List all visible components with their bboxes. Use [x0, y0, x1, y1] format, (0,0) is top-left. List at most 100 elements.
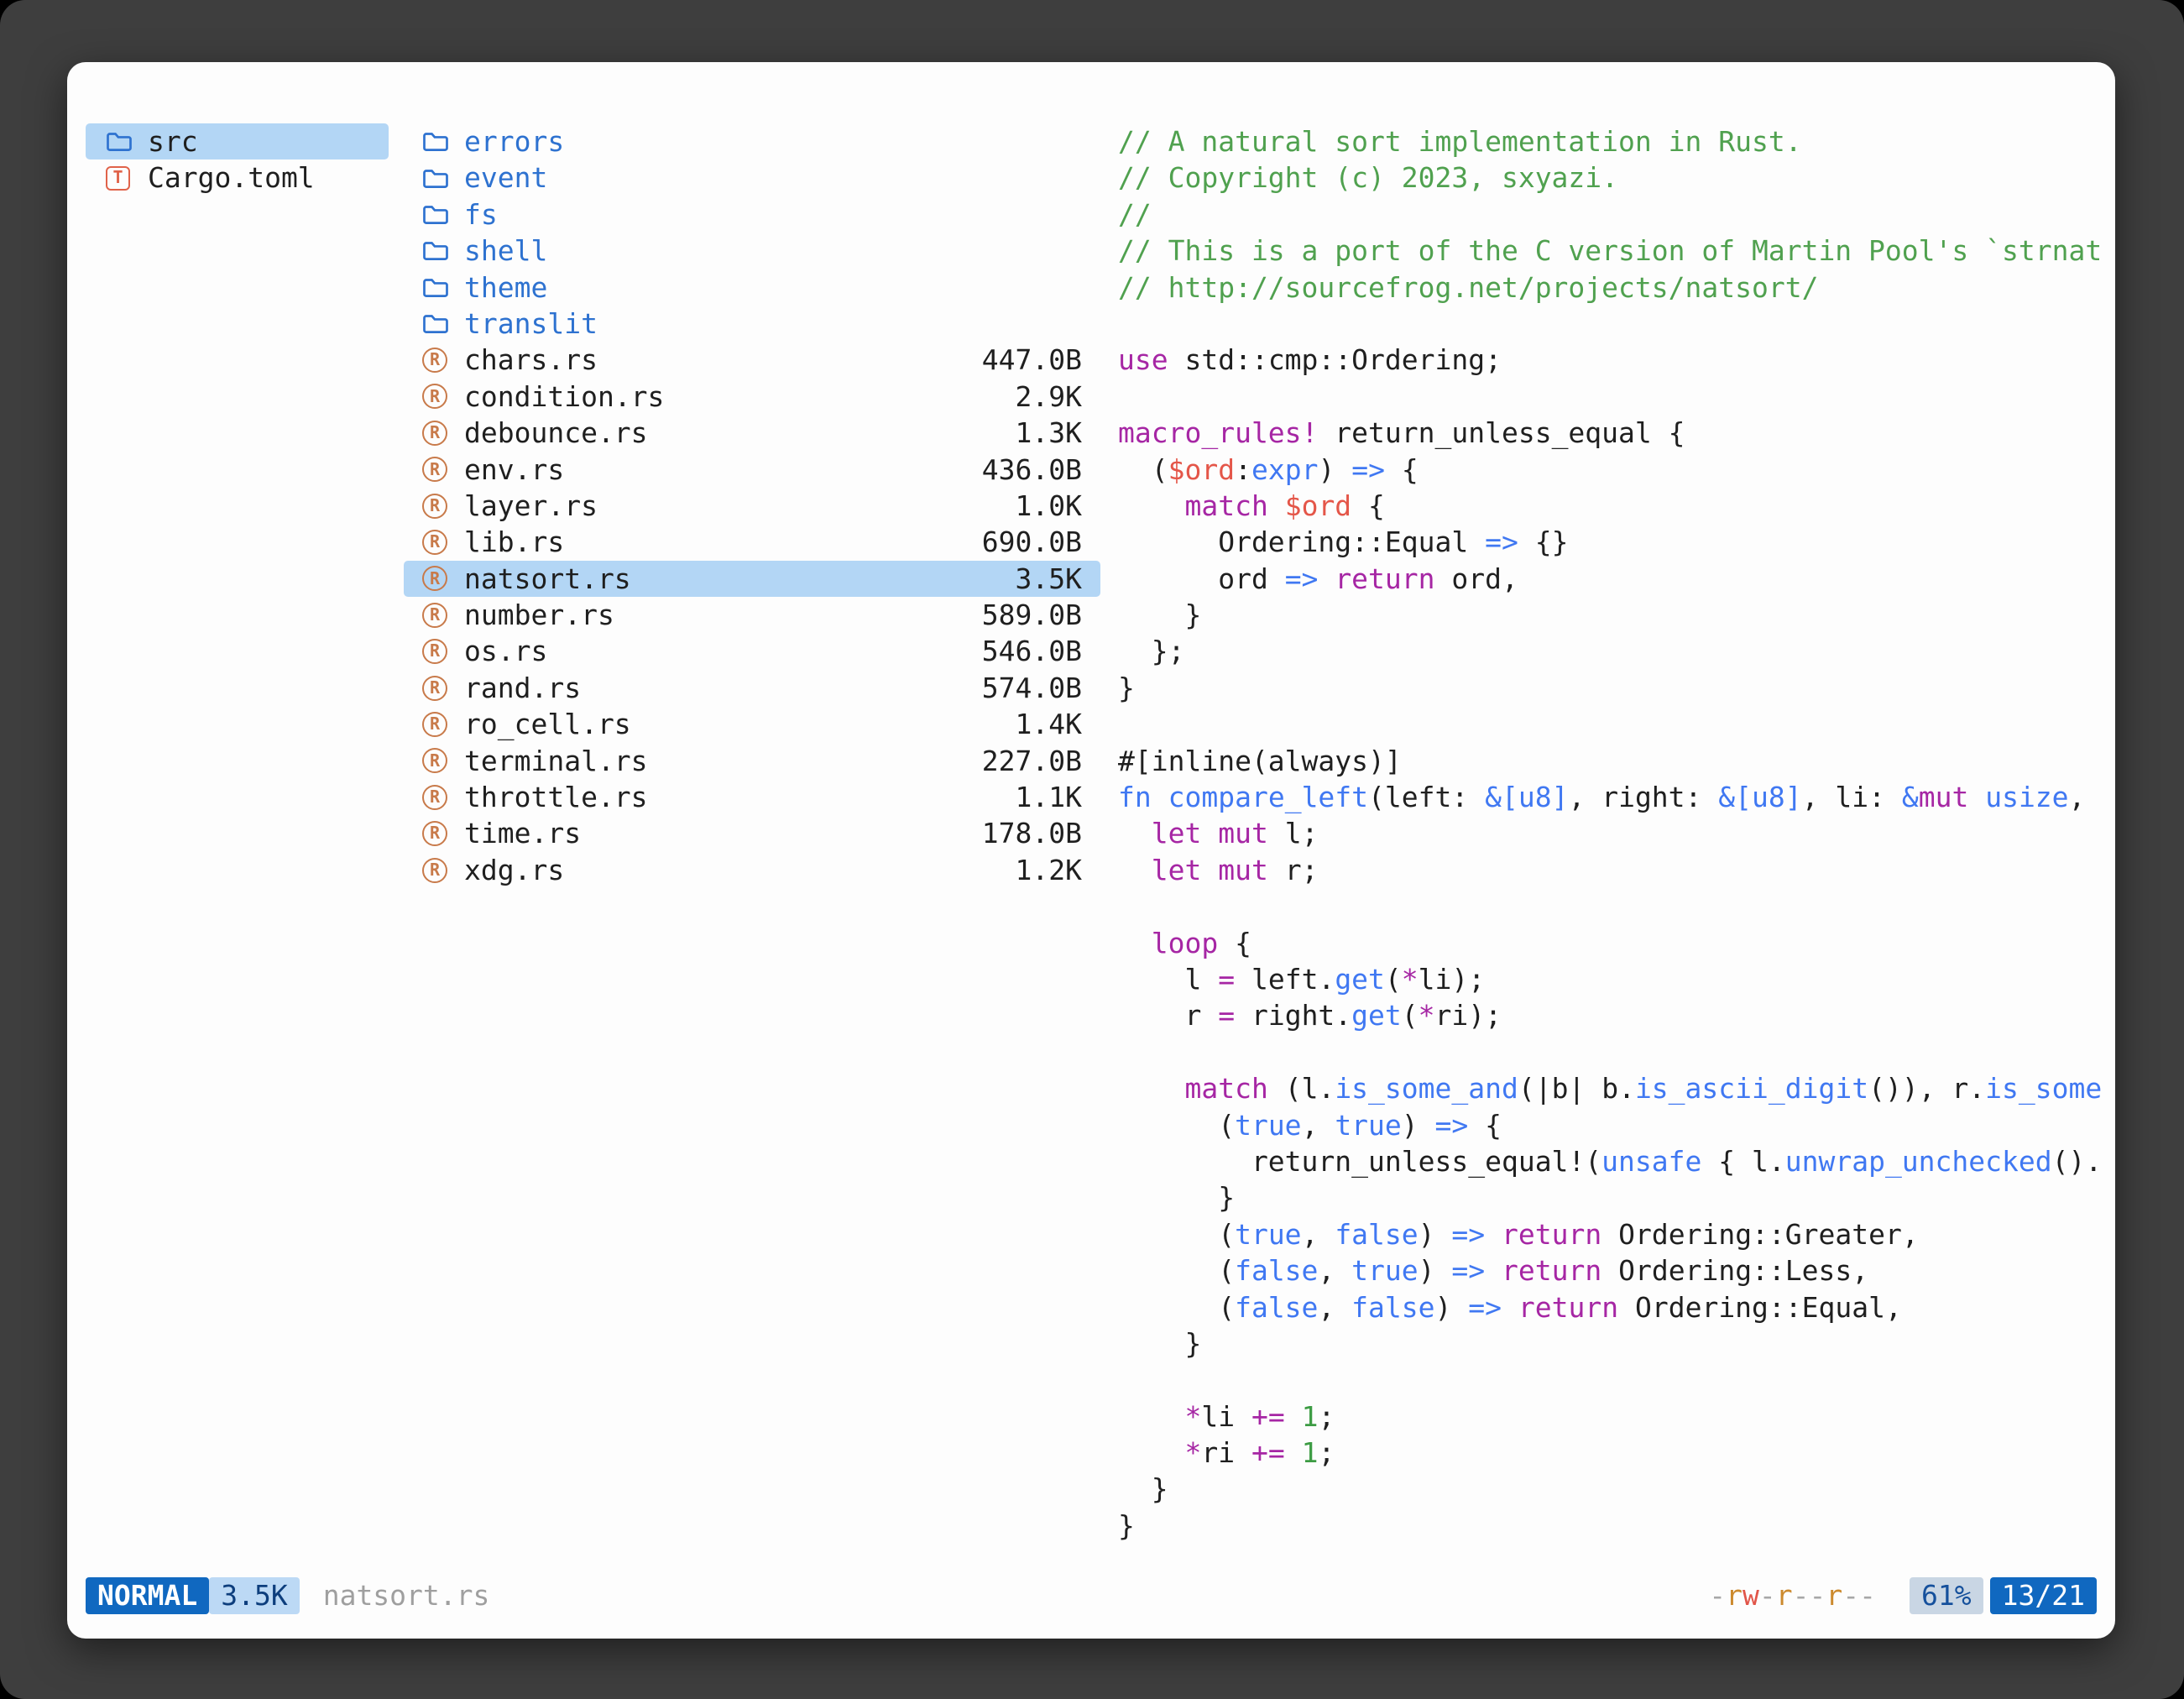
- rust-file-icon: R: [422, 494, 456, 519]
- status-right-cluster: -rw-r--r-- 61% 13/21: [1709, 1576, 2097, 1615]
- file-name: os.rs: [464, 633, 547, 669]
- code-line: (true, false) => return Ordering::Greate…: [1118, 1216, 2113, 1252]
- current-directory-pane: errorseventfsshellthemetranslitRchars.rs…: [404, 123, 1100, 888]
- file-row[interactable]: Renv.rs436.0B: [404, 452, 1100, 488]
- file-row[interactable]: TCargo.toml: [86, 159, 389, 196]
- code-line: };: [1118, 633, 2113, 669]
- code-line: }: [1118, 1508, 2113, 1544]
- rust-file-icon: R: [422, 676, 456, 701]
- file-row[interactable]: Rdebounce.rs1.3K: [404, 415, 1100, 451]
- file-row[interactable]: Rlib.rs690.0B: [404, 524, 1100, 560]
- rust-file-icon: R: [422, 457, 456, 482]
- rust-file-icon: R: [422, 421, 456, 446]
- file-name: number.rs: [464, 597, 614, 633]
- file-size: 436.0B: [982, 452, 1082, 488]
- code-line: }: [1118, 1179, 2113, 1215]
- rust-file-icon: R: [422, 566, 456, 591]
- file-name: theme: [464, 269, 547, 306]
- file-size: 1.0K: [1016, 488, 1082, 524]
- file-name: natsort.rs: [464, 561, 631, 597]
- code-line: *ri += 1;: [1118, 1435, 2113, 1471]
- rust-file-icon: R: [422, 384, 456, 409]
- file-size: 546.0B: [982, 633, 1082, 669]
- file-name: lib.rs: [464, 524, 564, 560]
- file-row[interactable]: event: [404, 159, 1100, 196]
- folder-icon: [106, 130, 139, 153]
- rust-file-icon: R: [422, 785, 456, 810]
- file-row[interactable]: Ros.rs546.0B: [404, 633, 1100, 669]
- file-row[interactable]: fs: [404, 196, 1100, 233]
- file-row[interactable]: Rterminal.rs227.0B: [404, 743, 1100, 779]
- code-line: r = right.get(*ri);: [1118, 997, 2113, 1033]
- rust-file-icon: R: [422, 858, 456, 883]
- file-name: fs: [464, 196, 498, 233]
- file-row[interactable]: Rthrottle.rs1.1K: [404, 779, 1100, 815]
- file-row[interactable]: Rrand.rs574.0B: [404, 670, 1100, 706]
- code-line: (true, true) => {: [1118, 1107, 2113, 1143]
- file-name: shell: [464, 233, 547, 269]
- file-row[interactable]: Rcondition.rs2.9K: [404, 379, 1100, 415]
- permissions-text: -rw-r--r--: [1709, 1576, 1876, 1615]
- file-size: 1.2K: [1016, 852, 1082, 888]
- file-row[interactable]: shell: [404, 233, 1100, 269]
- toml-file-icon: T: [106, 166, 139, 191]
- folder-icon: [422, 130, 456, 153]
- file-row[interactable]: translit: [404, 306, 1100, 342]
- file-row[interactable]: src: [86, 123, 389, 159]
- file-row[interactable]: theme: [404, 269, 1100, 306]
- folder-icon: [422, 276, 456, 299]
- yazi-file-manager-window: srcTCargo.toml errorseventfsshellthemetr…: [67, 62, 2115, 1639]
- cursor-position-badge: 13/21: [1990, 1577, 2097, 1614]
- folder-icon: [422, 239, 456, 262]
- folder-icon: [422, 203, 456, 226]
- code-line: let mut r;: [1118, 852, 2113, 888]
- file-name: layer.rs: [464, 488, 598, 524]
- status-filename: natsort.rs: [323, 1576, 490, 1615]
- file-size: 3.5K: [1016, 561, 1082, 597]
- file-name: event: [464, 159, 547, 196]
- file-row[interactable]: Rtime.rs178.0B: [404, 815, 1100, 851]
- file-row[interactable]: errors: [404, 123, 1100, 159]
- code-line: (false, true) => return Ordering::Less,: [1118, 1252, 2113, 1289]
- file-name: terminal.rs: [464, 743, 648, 779]
- file-size: 1.4K: [1016, 706, 1082, 742]
- code-line: macro_rules! return_unless_equal {: [1118, 415, 2113, 451]
- file-row[interactable]: Rlayer.rs 1.0K: [404, 488, 1100, 524]
- file-row[interactable]: Rchars.rs447.0B: [404, 342, 1100, 378]
- code-line: [1118, 1034, 2113, 1070]
- rust-file-icon: R: [422, 712, 456, 737]
- code-line: ($ord:expr) => {: [1118, 452, 2113, 488]
- code-line: let mut l;: [1118, 815, 2113, 851]
- code-line: }: [1118, 1325, 2113, 1362]
- file-name: condition.rs: [464, 379, 664, 415]
- file-name: errors: [464, 123, 564, 159]
- file-name: time.rs: [464, 815, 581, 851]
- file-row[interactable]: Rxdg.rs1.2K: [404, 852, 1100, 888]
- file-row[interactable]: Rnatsort.rs 3.5K: [404, 561, 1100, 597]
- code-line: Ordering::Equal => {}: [1118, 524, 2113, 560]
- file-size: 447.0B: [982, 342, 1082, 378]
- file-size: 1.3K: [1016, 415, 1082, 451]
- code-line: }: [1118, 1471, 2113, 1507]
- file-name: translit: [464, 306, 598, 342]
- file-row[interactable]: Rro_cell.rs1.4K: [404, 706, 1100, 742]
- file-name: throttle.rs: [464, 779, 648, 815]
- code-line: // A natural sort implementation in Rust…: [1118, 123, 2113, 159]
- code-line: (false, false) => return Ordering::Equal…: [1118, 1289, 2113, 1325]
- rust-file-icon: R: [422, 603, 456, 628]
- code-line: [1118, 888, 2113, 924]
- code-line: // Copyright (c) 2023, sxyazi.: [1118, 159, 2113, 196]
- code-line: l = left.get(*li);: [1118, 961, 2113, 997]
- code-line: [1118, 706, 2113, 742]
- file-row[interactable]: Rnumber.rs589.0B: [404, 597, 1100, 633]
- file-name: rand.rs: [464, 670, 581, 706]
- code-line: fn compare_left(left: &[u8], right: &[u8…: [1118, 779, 2113, 815]
- code-line: loop {: [1118, 925, 2113, 961]
- folder-icon: [422, 312, 456, 335]
- code-line: *li += 1;: [1118, 1398, 2113, 1435]
- code-line: // http://sourcefrog.net/projects/natsor…: [1118, 269, 2113, 306]
- file-preview-pane[interactable]: // A natural sort implementation in Rust…: [1118, 123, 2113, 1550]
- mode-badge: NORMAL: [86, 1577, 209, 1614]
- code-line: use std::cmp::Ordering;: [1118, 342, 2113, 378]
- code-line: #[inline(always)]: [1118, 743, 2113, 779]
